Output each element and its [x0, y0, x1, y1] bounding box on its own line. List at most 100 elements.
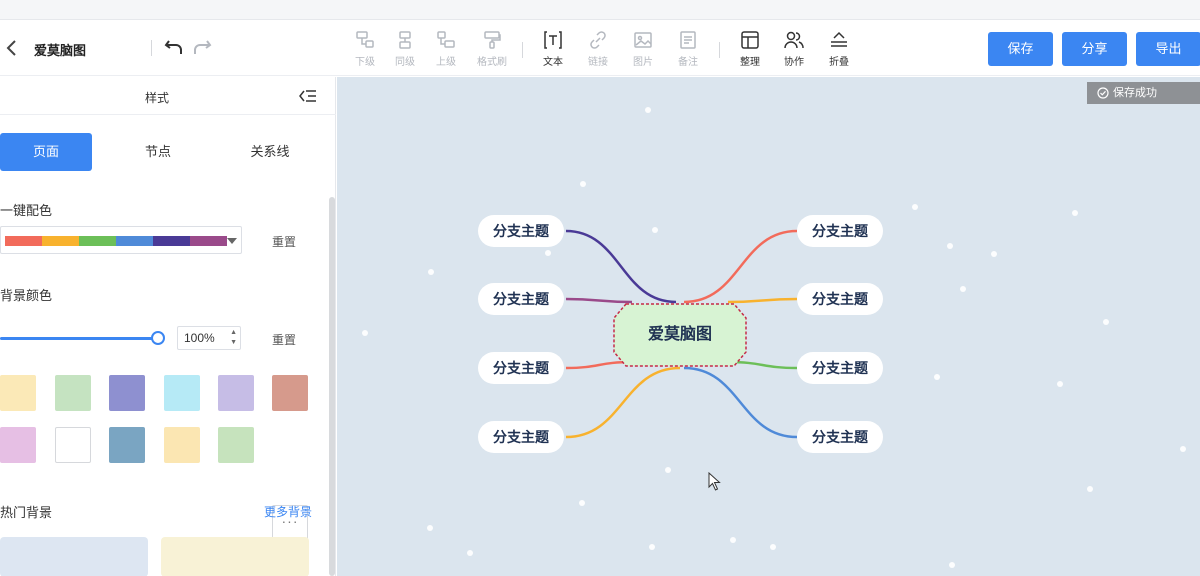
mouse-cursor-icon [708, 472, 721, 491]
palette-strip [5, 236, 227, 246]
bg-color-label: 背景颜色 [0, 288, 53, 303]
collaborate-button[interactable]: 协作 [774, 30, 814, 70]
branch-node-left[interactable]: 分支主题 [478, 283, 564, 315]
opacity-value: 100 [184, 331, 205, 345]
link-button[interactable]: 链接 [578, 30, 618, 70]
hot-bg-label: 热门背景 [0, 505, 53, 520]
color-swatch[interactable] [0, 427, 36, 463]
mindmap-canvas[interactable] [337, 77, 1200, 576]
collapse-button[interactable]: 折叠 [819, 30, 859, 70]
export-button[interactable]: 导出 [1136, 32, 1200, 66]
color-swatch[interactable] [272, 375, 308, 411]
root-node[interactable]: 爱莫脑图 [612, 302, 748, 368]
branch-node-left[interactable]: 分支主题 [478, 421, 564, 453]
redo-icon[interactable] [192, 37, 212, 57]
collapse-icon [831, 31, 847, 47]
panel-scrollbar[interactable] [329, 197, 335, 576]
bg-thumbnail[interactable] [0, 537, 148, 576]
undo-icon[interactable] [164, 37, 184, 57]
bg-thumbnail[interactable] [161, 537, 309, 576]
branch-node-right[interactable]: 分支主题 [797, 421, 883, 453]
text-icon [544, 31, 562, 49]
sibling-node-icon [399, 31, 411, 49]
style-panel: 样式 页面 节点 关系线 一键配色 重置 背景颜色 100% ▲ ▼ 重置 ···… [0, 77, 336, 576]
snowflake-dot [1103, 319, 1109, 325]
color-swatch[interactable] [0, 375, 36, 411]
canvas-background [337, 77, 1200, 576]
note-icon [680, 31, 696, 49]
tool-label: 文本 [543, 57, 563, 68]
text-button[interactable]: 文本 [533, 30, 573, 70]
more-bg-link[interactable]: 更多背景 [264, 503, 312, 520]
opacity-slider-handle[interactable] [151, 331, 165, 345]
reset-bg-button[interactable]: 重置 [272, 331, 296, 348]
snowflake-dot [949, 562, 955, 568]
share-button[interactable]: 分享 [1062, 32, 1127, 66]
layout-icon [741, 31, 759, 49]
tool-label: 同级 [395, 57, 415, 68]
opacity-input[interactable]: 100% ▲ ▼ [177, 326, 241, 350]
tool-label: 备注 [678, 57, 698, 68]
parent-node-button[interactable]: 上级 [426, 30, 466, 70]
snowflake-dot [991, 251, 997, 257]
tool-label: 下级 [355, 57, 375, 68]
snowflake-dot [649, 544, 655, 550]
snowflake-dot [362, 330, 368, 336]
parent-node-icon [437, 31, 455, 48]
snowflake-dot [934, 374, 940, 380]
spinner-arrows-icon[interactable]: ▲ ▼ [230, 328, 237, 348]
color-scheme-select[interactable] [0, 226, 242, 254]
color-swatch[interactable] [218, 427, 254, 463]
color-swatch[interactable] [55, 427, 91, 463]
branch-node-right[interactable]: 分支主题 [797, 283, 883, 315]
color-swatch[interactable] [164, 375, 200, 411]
palette-color [116, 236, 153, 246]
palette-color [5, 236, 42, 246]
color-swatch[interactable] [109, 427, 145, 463]
branch-node-left[interactable]: 分支主题 [478, 215, 564, 247]
branch-node-right[interactable]: 分支主题 [797, 215, 883, 247]
save-button[interactable]: 保存 [988, 32, 1053, 66]
child-node-icon [356, 31, 374, 48]
snowflake-dot [467, 550, 473, 556]
snowflake-dot [960, 286, 966, 292]
tool-label: 整理 [740, 57, 760, 68]
sibling-node-button[interactable]: 同级 [385, 30, 425, 70]
root-node-text: 爱莫脑图 [647, 326, 712, 343]
back-arrow-icon[interactable] [4, 36, 20, 60]
color-swatch[interactable] [218, 375, 254, 411]
browser-top-strip [0, 0, 1200, 20]
palette-color [42, 236, 79, 246]
branch-node-left[interactable]: 分支主题 [478, 352, 564, 384]
tool-label: 折叠 [829, 57, 849, 68]
collapse-panel-icon[interactable] [299, 88, 317, 104]
snowflake-dot [1057, 381, 1063, 387]
divider [151, 40, 152, 56]
tool-label: 链接 [588, 57, 608, 68]
document-title[interactable]: 爱莫脑图 [34, 40, 86, 59]
tab-relation-line[interactable]: 关系线 [224, 133, 316, 171]
check-circle-icon [1097, 87, 1109, 99]
reset-scheme-button[interactable]: 重置 [272, 233, 296, 250]
format-brush-button[interactable]: 格式刷 [472, 30, 512, 70]
note-button[interactable]: 备注 [668, 30, 708, 70]
panel-header: 样式 [0, 77, 336, 115]
image-button[interactable]: 图片 [623, 30, 663, 70]
snowflake-dot [580, 181, 586, 187]
child-node-button[interactable]: 下级 [345, 30, 385, 70]
opacity-slider[interactable] [0, 337, 158, 340]
snowflake-dot [545, 250, 551, 256]
color-swatch[interactable] [55, 375, 91, 411]
tab-node[interactable]: 节点 [112, 133, 204, 171]
tool-label: 上级 [436, 57, 456, 68]
color-swatch[interactable] [164, 427, 200, 463]
link-icon [590, 31, 606, 49]
snowflake-dot [579, 500, 585, 506]
layout-button[interactable]: 整理 [730, 30, 770, 70]
tab-page[interactable]: 页面 [0, 133, 92, 171]
snowflake-dot [1072, 210, 1078, 216]
color-swatch[interactable] [109, 375, 145, 411]
snowflake-dot [665, 467, 671, 473]
snowflake-dot [428, 269, 434, 275]
branch-node-right[interactable]: 分支主题 [797, 352, 883, 384]
